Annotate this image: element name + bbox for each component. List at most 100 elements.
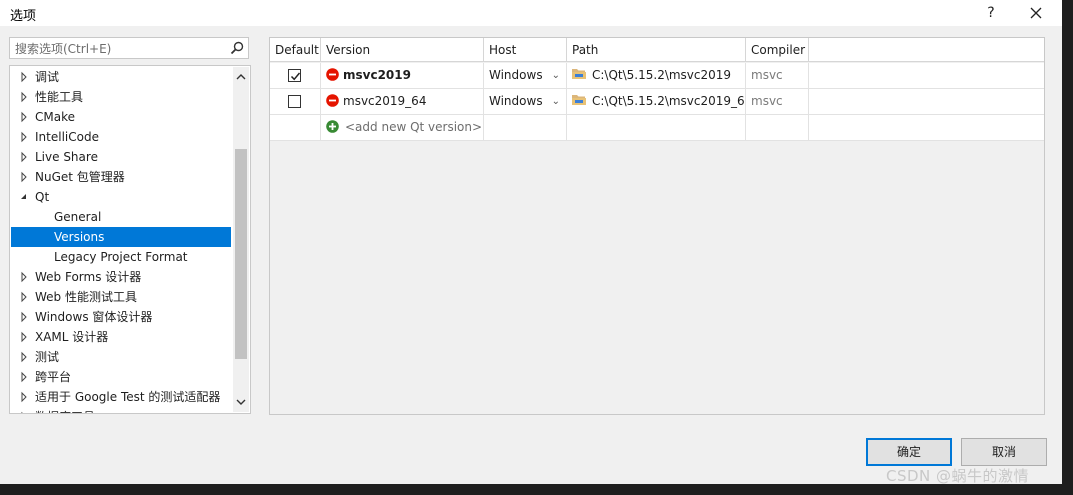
search-box[interactable] — [9, 37, 249, 59]
path-cell — [567, 115, 746, 141]
tree-item[interactable]: IntelliCode — [11, 127, 231, 147]
compiler-cell: msvc — [746, 89, 809, 115]
collapsed-arrow-icon[interactable] — [19, 87, 29, 107]
tree-item[interactable]: 适用于 Google Test 的测试适配器 — [11, 387, 231, 407]
watermark: CSDN @蜗牛的激情 — [886, 467, 1030, 485]
tree-item-label: 调试 — [35, 70, 60, 84]
version-cell[interactable]: msvc2019_64 — [321, 89, 484, 115]
tree-item[interactable]: General — [11, 207, 231, 227]
tree-item[interactable]: 调试 — [11, 67, 231, 87]
folder-icon — [572, 95, 586, 105]
collapsed-arrow-icon[interactable] — [19, 67, 29, 87]
version-name: msvc2019_64 — [343, 94, 427, 108]
options-tree[interactable]: 调试性能工具 CMake IntelliCode Live Share NuGet 包管… — [9, 65, 251, 414]
path-cell[interactable]: C:\Qt\5.15.2\msvc2019 — [567, 63, 746, 89]
host-value: Windows — [489, 94, 543, 108]
tree-item-label: 测试 — [35, 350, 60, 364]
collapsed-arrow-icon[interactable] — [19, 107, 29, 127]
tree-item-label: XAML 设计器 — [35, 330, 109, 344]
tree-item[interactable]: XAML 设计器 — [11, 327, 231, 347]
collapsed-arrow-icon[interactable] — [19, 367, 29, 387]
collapsed-arrow-icon[interactable] — [19, 267, 29, 287]
default-checkbox[interactable] — [288, 69, 301, 82]
tree-item[interactable]: 跨平台 — [11, 367, 231, 387]
scroll-down-icon[interactable] — [233, 394, 249, 410]
host-select[interactable]: Windows ⌄ — [484, 89, 567, 115]
tree-item[interactable]: Web 性能测试工具 — [11, 287, 231, 307]
tree-item[interactable]: CMake — [11, 107, 231, 127]
host-select[interactable]: Windows ⌄ — [484, 63, 567, 89]
column-header-compiler[interactable]: Compiler — [746, 38, 809, 62]
tree-item[interactable]: Legacy Project Format — [11, 247, 231, 267]
tree-scrollbar[interactable] — [233, 67, 249, 412]
add-icon — [326, 120, 339, 133]
collapsed-arrow-icon[interactable] — [19, 307, 29, 327]
qt-versions-grid: Default Version Host Path Compiler msvc2… — [269, 37, 1045, 415]
compiler-cell: msvc — [746, 63, 809, 89]
tree-item[interactable]: Web Forms 设计器 — [11, 267, 231, 287]
tree-item-label: CMake — [35, 110, 75, 124]
table-row[interactable]: msvc2019_64 Windows ⌄ C:\Qt\5.15.2\msvc2… — [270, 89, 1044, 115]
tree-item[interactable]: Qt — [11, 187, 231, 207]
tree-item-label: Qt — [35, 190, 50, 204]
error-icon — [326, 94, 339, 107]
search-input[interactable] — [13, 40, 227, 58]
collapsed-arrow-icon[interactable] — [19, 127, 29, 147]
grid-header: Default Version Host Path Compiler — [270, 38, 1044, 62]
tree-item-label: Web 性能测试工具 — [35, 290, 137, 304]
chevron-down-icon: ⌄ — [551, 96, 560, 107]
tree-item[interactable]: Live Share — [11, 147, 231, 167]
help-button[interactable]: ? — [975, 2, 1007, 24]
collapsed-arrow-icon[interactable] — [19, 347, 29, 367]
tree-item-label: Versions — [54, 230, 105, 244]
chevron-down-icon: ⌄ — [551, 70, 560, 81]
tree-item[interactable]: 数据库工具 — [11, 407, 231, 414]
tree-item-label: 性能工具 — [35, 90, 84, 104]
column-header-default[interactable]: Default — [270, 38, 321, 62]
ok-button[interactable]: 确定 — [866, 438, 952, 466]
tree-item[interactable]: NuGet 包管理器 — [11, 167, 231, 187]
window-title: 选项 — [10, 9, 37, 24]
collapsed-arrow-icon[interactable] — [19, 407, 29, 414]
column-header-filler — [809, 38, 1044, 62]
default-checkbox[interactable] — [288, 95, 301, 108]
tree-item-label: Live Share — [35, 150, 98, 164]
tree-item-label: Windows 窗体设计器 — [35, 310, 153, 324]
collapsed-arrow-icon[interactable] — [19, 387, 29, 407]
version-name: msvc2019 — [343, 68, 411, 82]
scroll-up-icon[interactable] — [233, 69, 249, 85]
tree-item[interactable]: Windows 窗体设计器 — [11, 307, 231, 327]
column-header-host[interactable]: Host — [484, 38, 567, 62]
tree-item[interactable]: 性能工具 — [11, 87, 231, 107]
path-cell[interactable]: C:\Qt\5.15.2\msvc2019_64 — [567, 89, 746, 115]
collapsed-arrow-icon[interactable] — [19, 147, 29, 167]
collapsed-arrow-icon[interactable] — [19, 167, 29, 187]
path-value: C:\Qt\5.15.2\msvc2019 — [592, 68, 732, 82]
folder-icon — [572, 69, 586, 79]
table-row[interactable]: msvc2019 Windows ⌄ C:\Qt\5.15.2\msvc2019… — [270, 63, 1044, 89]
add-version-link[interactable]: <add new Qt version> — [345, 120, 482, 134]
version-cell[interactable]: msvc2019 — [321, 63, 484, 89]
add-version-row[interactable]: <add new Qt version> — [270, 115, 1044, 141]
close-button[interactable] — [1020, 2, 1052, 24]
host-cell — [484, 115, 567, 141]
error-icon — [326, 68, 339, 81]
path-value: C:\Qt\5.15.2\msvc2019_64 — [592, 94, 746, 108]
tree-item-label: 适用于 Google Test 的测试适配器 — [35, 390, 221, 404]
default-cell — [270, 115, 321, 141]
expanded-arrow-icon[interactable] — [19, 187, 29, 207]
column-header-path[interactable]: Path — [567, 38, 746, 62]
tree-item[interactable]: Versions — [11, 227, 231, 247]
tree-item-label: NuGet 包管理器 — [35, 170, 125, 184]
collapsed-arrow-icon[interactable] — [19, 287, 29, 307]
tree-item-label: 数据库工具 — [35, 407, 95, 413]
scrollbar-thumb[interactable] — [235, 149, 247, 359]
column-header-version[interactable]: Version — [321, 38, 484, 62]
cancel-button[interactable]: 取消 — [961, 438, 1047, 466]
close-icon — [1030, 7, 1042, 19]
host-value: Windows — [489, 68, 543, 82]
tree-item-label: IntelliCode — [35, 130, 99, 144]
collapsed-arrow-icon[interactable] — [19, 327, 29, 347]
add-version-cell[interactable]: <add new Qt version> — [321, 115, 484, 141]
tree-item[interactable]: 测试 — [11, 347, 231, 367]
